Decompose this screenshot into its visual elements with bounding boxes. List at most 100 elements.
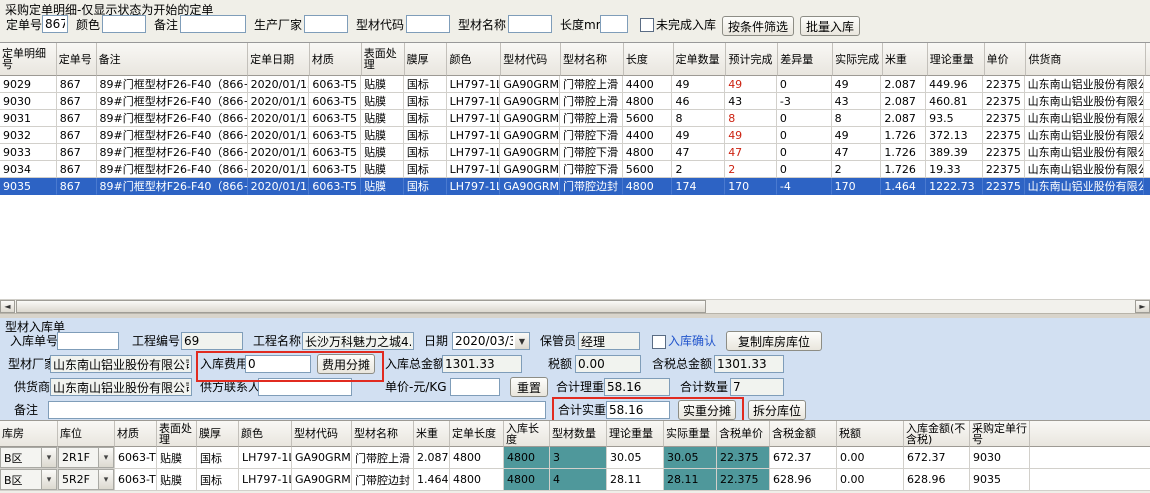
table-cell[interactable]: 672.37	[904, 447, 970, 469]
table-cell[interactable]: 8	[672, 110, 725, 127]
table-cell[interactable]: 贴膜	[361, 127, 404, 144]
table-cell[interactable]: 0.00	[837, 469, 904, 491]
unfinished-stockin-checkbox[interactable]	[640, 18, 654, 32]
table-cell[interactable]: 1222.73	[926, 178, 983, 195]
table-cell[interactable]: 9030	[0, 93, 57, 110]
table-row[interactable]: 903486789#门框型材F26-F40（866+867）2020/01/13…	[0, 161, 1150, 178]
column-header[interactable]: 材质	[310, 43, 362, 76]
column-header[interactable]: 含税金额	[770, 421, 837, 447]
table-cell[interactable]: 89#门框型材F26-F40（866+867）	[97, 127, 248, 144]
table-cell[interactable]: 672.37	[770, 447, 837, 469]
table-cell[interactable]: 628.96	[904, 469, 970, 491]
table-cell[interactable]: 22.375	[717, 447, 770, 469]
table-cell[interactable]: 9035	[0, 178, 57, 195]
column-header[interactable]: 差异量	[778, 43, 833, 76]
table-cell[interactable]: 22.375	[717, 469, 770, 491]
profile-name-input[interactable]	[508, 15, 552, 33]
table-cell[interactable]: 6063-T5	[309, 161, 361, 178]
table-cell[interactable]: 867	[57, 127, 97, 144]
table-cell[interactable]: 9034	[0, 161, 57, 178]
column-header[interactable]: 单价	[985, 43, 1027, 76]
table-cell[interactable]: 贴膜	[361, 161, 404, 178]
table-cell[interactable]: 2.087	[414, 447, 450, 469]
column-header[interactable]: 入库长度	[504, 421, 550, 447]
table-cell[interactable]: 460.81	[926, 93, 983, 110]
column-header[interactable]: 定单号	[57, 43, 97, 76]
dropdown-arrow-icon[interactable]: ▾	[41, 470, 56, 489]
table-cell[interactable]: 6063-T5	[309, 144, 361, 161]
table-cell[interactable]: 170	[832, 178, 882, 195]
table-cell[interactable]: 6063-T5	[309, 178, 361, 195]
table-cell[interactable]: GA90GRM04	[500, 127, 560, 144]
table-cell[interactable]: 国标	[197, 469, 239, 491]
table-cell[interactable]: 22375	[983, 127, 1025, 144]
table-cell[interactable]: 门带腔上滑	[560, 93, 623, 110]
table-row[interactable]: 903086789#门框型材F26-F40（866+867）2020/01/13…	[0, 93, 1150, 110]
table-cell[interactable]: 47	[832, 144, 882, 161]
table-cell[interactable]: 2	[672, 161, 725, 178]
table-cell[interactable]: 4800	[450, 447, 504, 469]
table-cell[interactable]: 门带腔上滑	[352, 447, 414, 469]
remark-input[interactable]	[180, 15, 246, 33]
table-cell[interactable]: 174	[672, 178, 725, 195]
table-cell[interactable]: 山东南山铝业股份有限公司	[1025, 76, 1144, 93]
table-cell[interactable]: GA90GRM05	[292, 469, 352, 491]
supplier-contact-input[interactable]	[258, 378, 352, 396]
table-cell[interactable]: 国标	[404, 76, 447, 93]
column-header[interactable]: 定单日期	[248, 43, 310, 76]
table-cell[interactable]: 6063-T5	[309, 110, 361, 127]
table-cell[interactable]: 国标	[197, 447, 239, 469]
table-cell[interactable]: 49	[832, 127, 882, 144]
table-cell[interactable]: 6063-T5	[309, 93, 361, 110]
table-row[interactable]: 903286789#门框型材F26-F40（866+867）2020/01/13…	[0, 127, 1150, 144]
table-cell[interactable]: 4400	[623, 76, 673, 93]
table-cell[interactable]: 门带腔下滑	[560, 161, 623, 178]
column-header[interactable]: 含税单价	[717, 421, 770, 447]
table-cell[interactable]: 22375	[983, 144, 1025, 161]
calendar-dropdown-icon[interactable]: ▼	[515, 332, 530, 350]
table-cell[interactable]: 46	[672, 93, 725, 110]
table-cell[interactable]: 867	[57, 93, 97, 110]
table-row[interactable]: 903586789#门框型材F26-F40（866+867）2020/01/13…	[0, 178, 1150, 195]
table-cell[interactable]: 49	[725, 76, 777, 93]
table-cell[interactable]: 9032	[0, 127, 57, 144]
table-cell[interactable]: 2020/01/13	[248, 110, 310, 127]
table-cell[interactable]: 89#门框型材F26-F40（866+867）	[97, 76, 248, 93]
copy-warehouse-location-button[interactable]: 复制库房库位	[726, 331, 822, 351]
table-cell[interactable]: 贴膜	[157, 469, 197, 491]
table-cell[interactable]: 89#门框型材F26-F40（866+867）	[97, 93, 248, 110]
length-input[interactable]	[600, 15, 628, 33]
table-cell[interactable]: 2.087	[881, 110, 926, 127]
table-cell[interactable]: 门带腔下滑	[560, 144, 623, 161]
column-header[interactable]: 实际完成	[833, 43, 883, 76]
column-header[interactable]: 税额	[837, 421, 904, 447]
table-cell[interactable]: 47	[725, 144, 777, 161]
table-cell[interactable]: 47	[672, 144, 725, 161]
table-cell[interactable]: 6063-T5	[309, 76, 361, 93]
table-cell[interactable]: 2020/01/13	[248, 144, 310, 161]
column-header[interactable]: 颜色	[239, 421, 292, 447]
table-cell[interactable]: 2R1F▾	[58, 447, 115, 469]
table-cell[interactable]: 门带腔下滑	[560, 127, 623, 144]
table-cell[interactable]: 5600	[623, 161, 673, 178]
column-header[interactable]: 材质	[115, 421, 157, 447]
table-cell[interactable]: 0.00	[837, 447, 904, 469]
table-cell[interactable]: 山东南山铝业股份有限公司	[1025, 127, 1144, 144]
column-header[interactable]: 采购定单行号	[970, 421, 1030, 447]
table-cell[interactable]: 2.087	[881, 76, 926, 93]
column-header[interactable]: 型材代码	[501, 43, 561, 76]
table-cell[interactable]: 867	[57, 144, 97, 161]
profile-code-input[interactable]	[406, 15, 450, 33]
table-cell[interactable]: 4800	[623, 178, 673, 195]
column-header[interactable]: 定单长度	[450, 421, 504, 447]
date-input[interactable]	[452, 332, 516, 350]
table-cell[interactable]: 贴膜	[361, 110, 404, 127]
fee-share-button[interactable]: 费用分摊	[317, 354, 375, 374]
table-cell[interactable]: 8	[832, 110, 882, 127]
table-cell[interactable]: 9030	[970, 447, 1030, 469]
table-cell[interactable]: 22375	[983, 76, 1025, 93]
table-cell[interactable]: LH797-1LL0	[447, 178, 501, 195]
table-cell[interactable]: LH797-1LL0	[447, 161, 501, 178]
table-cell[interactable]: 1.464	[414, 469, 450, 491]
table-cell[interactable]: 49	[832, 76, 882, 93]
